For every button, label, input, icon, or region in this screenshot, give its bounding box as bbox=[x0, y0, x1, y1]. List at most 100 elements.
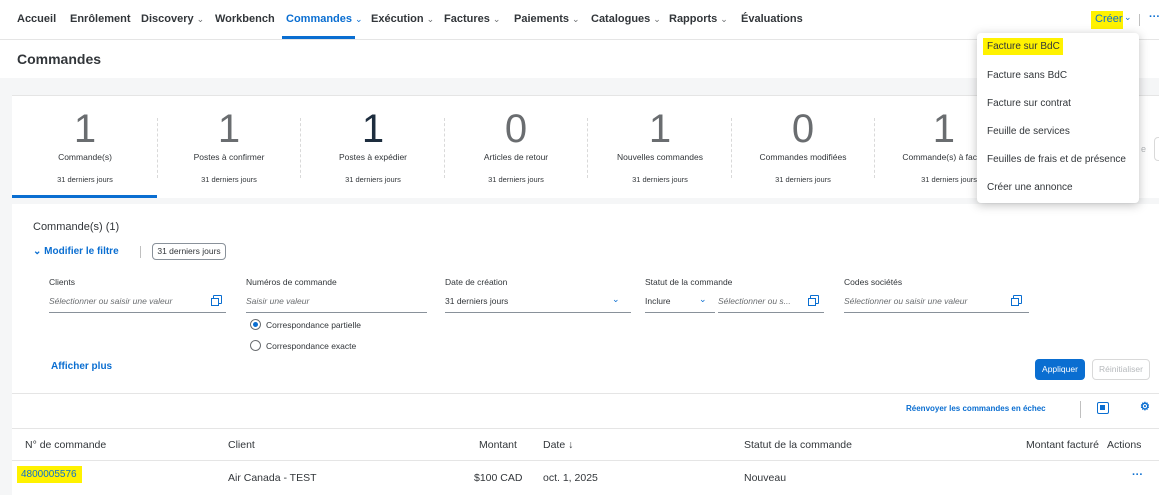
kpi-divider bbox=[157, 118, 158, 178]
nav-rapports-label: Rapports bbox=[669, 13, 718, 25]
kpi-divider bbox=[300, 118, 301, 178]
chevron-down-icon[interactable]: ⌄ bbox=[1124, 12, 1132, 23]
nav-commandes[interactable]: Commandes ⌄ bbox=[286, 13, 363, 25]
row-actions-more-icon[interactable]: ··· bbox=[1132, 469, 1143, 481]
table-header bbox=[12, 428, 1159, 461]
nav-execution-label: Exécution bbox=[371, 13, 424, 25]
chevron-down-icon: ⌄ bbox=[720, 14, 728, 24]
kpi-value: 1 bbox=[648, 107, 672, 151]
nav-paiements-label: Paiements bbox=[514, 13, 570, 25]
page-title: Commandes bbox=[17, 51, 102, 67]
radio-partial-match[interactable] bbox=[250, 319, 261, 330]
chevron-down-icon: ⌄ bbox=[426, 14, 435, 24]
reset-button[interactable]: Réinitialiser bbox=[1092, 359, 1150, 380]
nav-factures[interactable]: Factures ⌄ bbox=[444, 13, 500, 25]
value-help-icon[interactable] bbox=[808, 295, 819, 306]
cell-amount: $100 CAD bbox=[474, 472, 523, 484]
kpi-divider bbox=[874, 118, 875, 178]
column-header-amount[interactable]: Montant bbox=[479, 439, 517, 451]
kpi-value: 1 bbox=[217, 107, 241, 151]
value-help-icon[interactable] bbox=[211, 295, 222, 306]
cell-date: oct. 1, 2025 bbox=[543, 472, 598, 484]
kpi-tile-commandes-modifiees[interactable]: 0 Commandes modifiées 31 derniers jours bbox=[733, 109, 873, 184]
nav-enrolement[interactable]: Enrôlement bbox=[70, 13, 131, 25]
radio-exact-label: Correspondance exacte bbox=[266, 341, 357, 351]
nav-discovery[interactable]: Discovery ⌄ bbox=[141, 13, 204, 25]
nav-discovery-label: Discovery bbox=[141, 13, 194, 25]
radio-partial-label: Correspondance partielle bbox=[266, 320, 361, 330]
column-header-invoiced[interactable]: Montant facturé bbox=[1026, 439, 1099, 451]
kpi-tile-postes-a-confirmer[interactable]: 1 Postes à confirmer 31 derniers jours bbox=[159, 109, 299, 184]
column-header-client[interactable]: Client bbox=[228, 439, 255, 451]
menu-item-invoice-contract[interactable]: Facture sur contrat bbox=[987, 98, 1071, 109]
chevron-down-icon: ⌄ bbox=[355, 14, 363, 24]
kpi-period: 31 derniers jours bbox=[345, 175, 401, 184]
nav-workbench[interactable]: Workbench bbox=[215, 13, 275, 25]
kpi-scroll-button[interactable] bbox=[1154, 137, 1159, 161]
kpi-tile-nouvelles-commandes[interactable]: 1 Nouvelles commandes 31 derniers jours bbox=[590, 109, 730, 184]
toolbar-divider bbox=[1080, 401, 1081, 418]
show-more-link[interactable]: Afficher plus bbox=[51, 361, 112, 372]
menu-item-create-announcement[interactable]: Créer une annonce bbox=[987, 182, 1073, 193]
kpi-value: 1 bbox=[73, 107, 97, 151]
chevron-down-icon: ⌄ bbox=[196, 14, 205, 24]
order-number-link[interactable]: 4800005576 bbox=[21, 469, 77, 480]
kpi-label: Postes à expédier bbox=[338, 152, 408, 162]
order-numbers-input[interactable]: Saisir une valeur bbox=[246, 293, 427, 313]
active-tab-indicator bbox=[282, 36, 355, 39]
filter-tag: 31 derniers jours bbox=[152, 243, 226, 260]
clients-input[interactable]: Sélectionner ou saisir une valeur bbox=[49, 293, 226, 313]
nav-factures-label: Factures bbox=[444, 13, 490, 25]
value-help-icon[interactable] bbox=[1011, 295, 1022, 306]
nav-evaluations[interactable]: Évaluations bbox=[741, 13, 803, 25]
creation-date-label: Date de création bbox=[445, 277, 508, 287]
kpi-next-label: e bbox=[1141, 144, 1147, 154]
chevron-down-icon[interactable]: ⌄ bbox=[699, 294, 707, 305]
kpi-label: Nouvelles commandes bbox=[617, 152, 703, 162]
modify-filter-label: Modifier le filtre bbox=[44, 246, 119, 257]
column-header-status[interactable]: Statut de la commande bbox=[744, 439, 852, 451]
nav-execution[interactable]: Exécution ⌄ bbox=[371, 13, 434, 25]
chevron-down-icon: ⌄ bbox=[572, 14, 580, 24]
company-codes-input[interactable]: Sélectionner ou saisir une valeur bbox=[844, 293, 1029, 313]
export-icon[interactable] bbox=[1097, 402, 1109, 414]
nav-paiements[interactable]: Paiements ⌄ bbox=[514, 13, 580, 25]
kpi-period: 31 derniers jours bbox=[57, 175, 113, 184]
filter-divider bbox=[140, 246, 141, 258]
menu-item-invoice-no-po[interactable]: Facture sans BdC bbox=[987, 70, 1067, 81]
modify-filter-toggle[interactable]: ⌄ Modifier le filtre bbox=[33, 246, 119, 257]
kpi-label: Commande(s) à fac bbox=[902, 152, 977, 162]
apply-button[interactable]: Appliquer bbox=[1035, 359, 1085, 380]
kpi-divider bbox=[444, 118, 445, 178]
resend-failed-orders-link[interactable]: Réenvoyer les commandes en échec bbox=[906, 404, 1046, 413]
nav-commandes-label: Commandes bbox=[286, 13, 353, 25]
nav-rapports[interactable]: Rapports ⌄ bbox=[669, 13, 728, 25]
menu-item-timesheets[interactable]: Feuilles de frais et de présence bbox=[987, 154, 1126, 165]
chevron-down-icon[interactable]: ⌄ bbox=[612, 294, 620, 305]
column-header-actions: Actions bbox=[1107, 439, 1142, 451]
kpi-tile-commandes[interactable]: 1 Commande(s) 31 derniers jours bbox=[15, 109, 155, 184]
kpi-period: 31 derniers jours bbox=[488, 175, 544, 184]
more-icon[interactable]: ··· bbox=[1149, 11, 1159, 23]
kpi-label: Commandes modifiées bbox=[759, 152, 847, 162]
column-header-order-no[interactable]: N° de commande bbox=[25, 439, 106, 451]
creation-date-select[interactable]: 31 derniers jours bbox=[445, 293, 631, 313]
results-count: Commande(s) (1) bbox=[33, 221, 120, 233]
kpi-tile-postes-a-expedier[interactable]: 1 Postes à expédier 31 derniers jours bbox=[303, 109, 443, 184]
company-codes-label: Codes sociétés bbox=[844, 277, 903, 287]
kpi-period: 31 derniers jours bbox=[775, 175, 831, 184]
kpi-tile-commandes-a-facturer[interactable]: 1 Commande(s) à fac 31 derniers jours bbox=[877, 109, 977, 184]
menu-item-service-sheet[interactable]: Feuille de services bbox=[987, 126, 1070, 137]
nav-catalogues[interactable]: Catalogues ⌄ bbox=[591, 13, 661, 25]
creer-button[interactable]: Créer bbox=[1095, 13, 1123, 25]
table-settings-icon[interactable]: ⚙ bbox=[1140, 400, 1150, 413]
kpi-divider bbox=[587, 118, 588, 178]
kpi-value: 1 bbox=[361, 107, 385, 151]
kpi-period: 31 derniers jours bbox=[921, 175, 977, 184]
column-header-date[interactable]: Date ↓ bbox=[543, 439, 573, 451]
nav-accueil[interactable]: Accueil bbox=[17, 13, 56, 25]
kpi-tile-articles-de-retour[interactable]: 0 Articles de retour 31 derniers jours bbox=[446, 109, 586, 184]
radio-exact-match[interactable] bbox=[250, 340, 261, 351]
menu-item-invoice-po[interactable]: Facture sur BdC bbox=[987, 41, 1060, 52]
kpi-label: Articles de retour bbox=[483, 152, 549, 162]
